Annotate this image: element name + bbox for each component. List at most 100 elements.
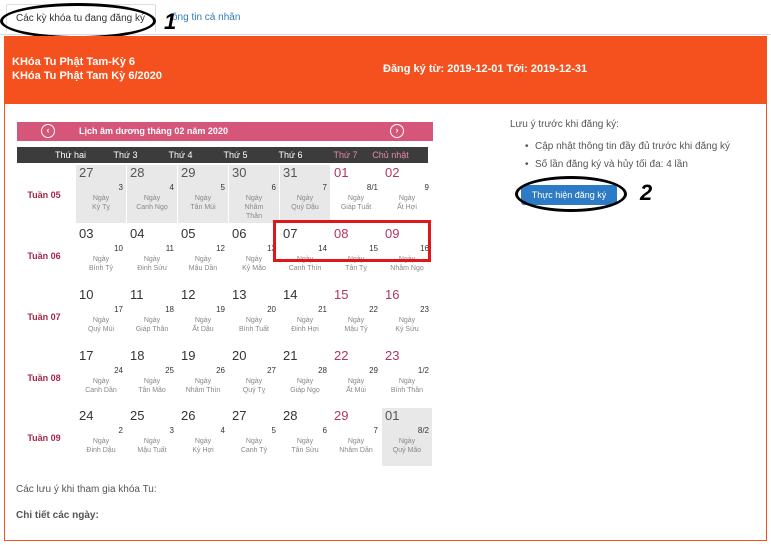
calendar-day-cell[interactable]: 06 13 Ngày Kỷ Mão xyxy=(229,226,279,284)
solar-date: 28 xyxy=(283,408,298,423)
solar-date: 12 xyxy=(181,287,196,302)
lunar-date: 7 xyxy=(322,183,327,192)
calendar-day-cell[interactable]: 27 5 Ngày Canh Tý xyxy=(229,408,279,466)
calendar-day-cell[interactable]: 04 11 Ngày Đinh Sửu xyxy=(127,226,177,284)
lunar-day-label: Ngày xyxy=(92,438,110,445)
lunar-day-name: Bính Tý xyxy=(89,265,113,272)
lunar-date: 29 xyxy=(369,366,378,375)
day-header: Chủ nhật xyxy=(372,150,409,160)
solar-date: 27 xyxy=(79,165,94,180)
calendar-day-cell[interactable]: 02 9 Ngày Ất Hợi xyxy=(382,165,432,223)
lunar-day-label: Ngày xyxy=(194,256,212,263)
retreat-header: KHóa Tu Phật Tam-Kỳ 6 KHóa Tu Phật Tam K… xyxy=(5,37,766,104)
week-label: Tuần 06 xyxy=(27,251,61,261)
calendar-day-cell[interactable]: 28 4 Ngày Canh Ngọ xyxy=(127,165,177,223)
calendar-day-cell[interactable]: 13 20 Ngày Bính Tuất xyxy=(229,287,279,345)
calendar-day-cell[interactable]: 01 8/2 Ngày Quý Mão xyxy=(382,408,432,466)
solar-date: 24 xyxy=(79,408,94,423)
calendar-day-cell[interactable]: 24 2 Ngày Đinh Dậu xyxy=(76,408,126,466)
calendar-day-cell[interactable]: 07 14 Ngày Canh Thìn xyxy=(280,226,330,284)
lunar-day-name: Quý Mão xyxy=(392,447,422,454)
calendar-day-cell[interactable]: 10 17 Ngày Quý Mùi xyxy=(76,287,126,345)
calendar-day-cell[interactable]: 26 4 Ngày Kỷ Hợi xyxy=(178,408,228,466)
lunar-date: 23 xyxy=(420,305,429,314)
lunar-day-name: Nhâm Ngọ xyxy=(390,265,424,272)
calendar-day-cell[interactable]: 18 25 Ngày Tân Mão xyxy=(127,348,177,406)
day-header: Thứ 7 xyxy=(333,150,358,160)
lunar-day-name: Giáp Thân xyxy=(135,326,169,333)
lunar-date: 15 xyxy=(369,244,378,253)
lunar-day-name: Canh Tý xyxy=(240,447,268,454)
lunar-day-label: Ngày xyxy=(296,317,314,324)
calendar-day-cell[interactable]: 01 8/1 Ngày Giáp Tuất xyxy=(331,165,381,223)
lunar-date: 6 xyxy=(322,426,327,435)
calendar-day-cell[interactable]: 29 5 Ngày Tân Mùi xyxy=(178,165,228,223)
lunar-day-label: Ngày xyxy=(245,195,263,202)
lunar-day-label: Ngày xyxy=(92,195,110,202)
lunar-date: 14 xyxy=(318,244,327,253)
calendar-day-cell[interactable]: 30 6 Ngày Nhâm Thân xyxy=(229,165,279,223)
lunar-day-label: Ngày xyxy=(143,438,161,445)
lunar-day-label: Ngày xyxy=(92,317,110,324)
lunar-day-name: Giáp Tuất xyxy=(340,204,372,211)
calendar-day-cell[interactable]: 08 15 Ngày Tân Tỵ xyxy=(331,226,381,284)
lunar-day-name: Quý Mùi xyxy=(87,326,115,333)
lunar-day-name-cont: Thân xyxy=(246,213,262,220)
lunar-day-name: Mậu Dần xyxy=(188,265,218,272)
lunar-day-label: Ngày xyxy=(245,378,263,385)
next-month-icon[interactable]: › xyxy=(390,124,404,138)
tab-current-retreats[interactable]: Các kỳ khóa tu đang đăng ký xyxy=(6,4,156,32)
calendar-day-cell[interactable]: 27 3 Ngày Kỷ Tỵ xyxy=(76,165,126,223)
calendar-day-cell[interactable]: 29 7 Ngày Nhâm Dần xyxy=(331,408,381,466)
calendar-day-cell[interactable]: 19 26 Ngày Nhâm Thìn xyxy=(178,348,228,406)
solar-date: 30 xyxy=(232,165,247,180)
calendar-day-cell[interactable]: 09 16 Ngày Nhâm Ngọ xyxy=(382,226,432,284)
lunar-day-label: Ngày xyxy=(296,438,314,445)
solar-date: 29 xyxy=(181,165,196,180)
calendar-day-cell[interactable]: 20 27 Ngày Quý Tỵ xyxy=(229,348,279,406)
solar-date: 16 xyxy=(385,287,400,302)
solar-date: 07 xyxy=(283,226,298,241)
calendar-day-cell[interactable]: 16 23 Ngày Kỷ Sửu xyxy=(382,287,432,345)
solar-date: 02 xyxy=(385,165,400,180)
calendar-day-cell[interactable]: 03 10 Ngày Bính Tý xyxy=(76,226,126,284)
day-header: Thứ 6 xyxy=(278,150,303,160)
lunar-day-label: Ngày xyxy=(398,317,416,324)
lunar-day-name: Canh Thìn xyxy=(288,265,322,272)
lunar-date: 9 xyxy=(424,183,429,192)
calendar-day-cell[interactable]: 22 29 Ngày Ất Mùi xyxy=(331,348,381,406)
calendar-title: Lịch âm dương tháng 02 năm 2020 xyxy=(79,126,228,136)
lunar-date: 13 xyxy=(267,244,276,253)
tab-personal-info[interactable]: ông tin cá nhân xyxy=(172,4,240,32)
calendar-day-cell[interactable]: 12 19 Ngày Ất Dậu xyxy=(178,287,228,345)
solar-date: 26 xyxy=(181,408,196,423)
lunar-day-name: Quý Tỵ xyxy=(242,387,266,394)
lunar-day-label: Ngày xyxy=(296,256,314,263)
calendar-day-cell[interactable]: 17 24 Ngày Canh Dần xyxy=(76,348,126,406)
calendar-day-cell[interactable]: 14 21 Ngày Đinh Hợi xyxy=(280,287,330,345)
lunar-day-name: Ất Mùi xyxy=(346,387,366,394)
lunar-day-name: Kỷ Hợi xyxy=(192,447,214,454)
register-button[interactable]: Thực hiện đăng ký xyxy=(521,185,617,205)
calendar-day-cell[interactable]: 23 1/2 Ngày Bính Thân xyxy=(382,348,432,406)
lunar-date: 16 xyxy=(420,244,429,253)
lunar-day-label: Ngày xyxy=(194,438,212,445)
lunar-day-name: Canh Dần xyxy=(85,387,117,394)
calendar-day-cell[interactable]: 11 18 Ngày Giáp Thân xyxy=(127,287,177,345)
calendar-day-cell[interactable]: 05 12 Ngày Mậu Dần xyxy=(178,226,228,284)
solar-date: 01 xyxy=(385,408,400,423)
solar-date: 23 xyxy=(385,348,400,363)
calendar-day-headers: Thứ hai Thứ 3 Thứ 4 Thứ 5 Thứ 6 Thứ 7 Chủ nhật xyxy=(17,147,428,163)
lunar-date: 11 xyxy=(165,244,174,253)
calendar-day-cell[interactable]: 25 3 Ngày Mậu Tuất xyxy=(127,408,177,466)
solar-date: 09 xyxy=(385,226,400,241)
calendar-day-cell[interactable]: 31 7 Ngày Quý Dậu xyxy=(280,165,330,223)
solar-date: 17 xyxy=(79,348,94,363)
lunar-date: 7 xyxy=(373,426,378,435)
solar-date: 18 xyxy=(130,348,145,363)
calendar-day-cell[interactable]: 15 22 Ngày Mậu Tý xyxy=(331,287,381,345)
prev-month-icon[interactable]: ‹ xyxy=(41,124,55,138)
calendar-day-cell[interactable]: 28 6 Ngày Tân Sửu xyxy=(280,408,330,466)
calendar-day-cell[interactable]: 21 28 Ngày Giáp Ngọ xyxy=(280,348,330,406)
lunar-date: 5 xyxy=(271,426,276,435)
